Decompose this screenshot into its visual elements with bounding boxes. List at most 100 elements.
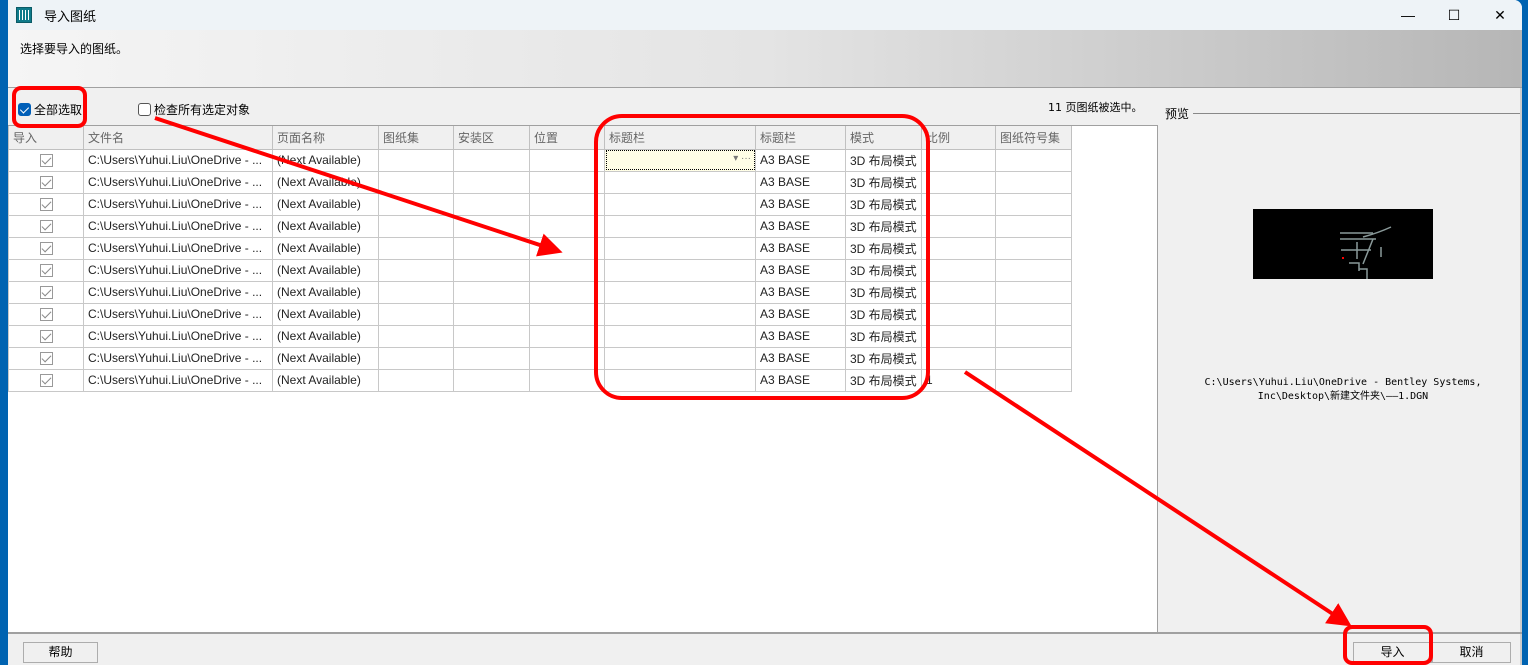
cell-symbolset[interactable] [995, 346, 1072, 370]
cell-file[interactable]: C:\Users\Yuhui.Liu\OneDrive - ... [83, 236, 273, 260]
table-row[interactable]: C:\Users\Yuhui.Liu\OneDrive - ... (Next A… [8, 236, 1072, 260]
cell-mode[interactable]: 3D 布局模式 [845, 280, 922, 304]
cell-location[interactable] [529, 346, 605, 370]
cell-titleblock[interactable] [604, 280, 756, 304]
column-header[interactable]: 位置 [529, 126, 605, 150]
cell-file[interactable]: C:\Users\Yuhui.Liu\OneDrive - ... [83, 170, 273, 194]
help-button[interactable]: 帮助 [23, 642, 98, 663]
cell-scale[interactable] [921, 214, 996, 238]
column-header[interactable]: 文件名 [83, 126, 273, 150]
cell-zone[interactable] [453, 346, 530, 370]
cell-sheetset[interactable] [378, 346, 454, 370]
cell-titleblock[interactable] [604, 170, 756, 194]
import-checkbox[interactable] [39, 308, 53, 322]
cell-zone[interactable] [453, 302, 530, 326]
cell-page[interactable]: (Next Available) [272, 368, 379, 392]
cell-titleblock[interactable] [604, 214, 756, 238]
cell-import[interactable] [8, 236, 84, 260]
cell-zone[interactable] [453, 148, 530, 172]
cell-zone[interactable] [453, 258, 530, 282]
import-checkbox[interactable] [39, 154, 53, 168]
cell-symbolset[interactable] [995, 280, 1072, 304]
table-row[interactable]: C:\Users\Yuhui.Liu\OneDrive - ... (Next A… [8, 148, 1072, 172]
cell-zone[interactable] [453, 170, 530, 194]
table-row[interactable]: C:\Users\Yuhui.Liu\OneDrive - ... (Next A… [8, 214, 1072, 238]
cell-import[interactable] [8, 324, 84, 348]
cell-scale[interactable] [921, 280, 996, 304]
cell-location[interactable] [529, 214, 605, 238]
cell-file[interactable]: C:\Users\Yuhui.Liu\OneDrive - ... [83, 324, 273, 348]
cell-page[interactable]: (Next Available) [272, 346, 379, 370]
cell-location[interactable] [529, 324, 605, 348]
cell-file[interactable]: C:\Users\Yuhui.Liu\OneDrive - ... [83, 280, 273, 304]
cell-titleblock[interactable] [604, 302, 756, 326]
cell-titleblock2[interactable]: A3 BASE [755, 236, 846, 260]
cell-titleblock2[interactable]: A3 BASE [755, 192, 846, 216]
table-row[interactable]: C:\Users\Yuhui.Liu\OneDrive - ... (Next A… [8, 280, 1072, 304]
cell-sheetset[interactable] [378, 214, 454, 238]
cell-page[interactable]: (Next Available) [272, 280, 379, 304]
cell-symbolset[interactable] [995, 192, 1072, 216]
column-header[interactable]: 标题栏 [755, 126, 846, 150]
cell-mode[interactable]: 3D 布局模式 [845, 170, 922, 194]
cell-titleblock[interactable] [604, 192, 756, 216]
column-header[interactable]: 图纸符号集 [995, 126, 1072, 150]
column-header[interactable]: 页面名称 [272, 126, 379, 150]
cell-titleblock2[interactable]: A3 BASE [755, 214, 846, 238]
table-row[interactable]: C:\Users\Yuhui.Liu\OneDrive - ... (Next A… [8, 302, 1072, 326]
table-row[interactable]: C:\Users\Yuhui.Liu\OneDrive - ... (Next A… [8, 170, 1072, 194]
cell-import[interactable] [8, 214, 84, 238]
table-row[interactable]: C:\Users\Yuhui.Liu\OneDrive - ... (Next A… [8, 258, 1072, 282]
cell-import[interactable] [8, 192, 84, 216]
column-header[interactable]: 图纸集 [378, 126, 454, 150]
import-checkbox[interactable] [39, 176, 53, 190]
cell-mode[interactable]: 3D 布局模式 [845, 258, 922, 282]
cell-file[interactable]: C:\Users\Yuhui.Liu\OneDrive - ... [83, 346, 273, 370]
cell-titleblock[interactable] [604, 236, 756, 260]
cell-titleblock2[interactable]: A3 BASE [755, 324, 846, 348]
cell-file[interactable]: C:\Users\Yuhui.Liu\OneDrive - ... [83, 148, 273, 172]
table-row[interactable]: C:\Users\Yuhui.Liu\OneDrive - ... (Next A… [8, 368, 1072, 392]
import-checkbox[interactable] [39, 352, 53, 366]
cell-titleblock2[interactable]: A3 BASE [755, 346, 846, 370]
cell-titleblock2[interactable]: A3 BASE [755, 258, 846, 282]
cell-mode[interactable]: 3D 布局模式 [845, 236, 922, 260]
cell-import[interactable] [8, 258, 84, 282]
cell-titleblock[interactable] [604, 346, 756, 370]
column-header[interactable]: 导入 [8, 126, 84, 150]
cell-titleblock2[interactable]: A3 BASE [755, 302, 846, 326]
cell-scale[interactable]: 1 [921, 368, 996, 392]
cell-location[interactable] [529, 148, 605, 172]
cell-location[interactable] [529, 192, 605, 216]
import-button[interactable]: 导入 [1353, 642, 1432, 663]
cell-symbolset[interactable] [995, 258, 1072, 282]
cell-sheetset[interactable] [378, 170, 454, 194]
cell-import[interactable] [8, 368, 84, 392]
cell-file[interactable]: C:\Users\Yuhui.Liu\OneDrive - ... [83, 258, 273, 282]
cell-sheetset[interactable] [378, 368, 454, 392]
cell-sheetset[interactable] [378, 302, 454, 326]
cell-sheetset[interactable] [378, 148, 454, 172]
cell-location[interactable] [529, 170, 605, 194]
table-row[interactable]: C:\Users\Yuhui.Liu\OneDrive - ... (Next A… [8, 346, 1072, 370]
cell-page[interactable]: (Next Available) [272, 192, 379, 216]
cell-sheetset[interactable] [378, 192, 454, 216]
import-checkbox[interactable] [39, 220, 53, 234]
cell-import[interactable] [8, 170, 84, 194]
cell-zone[interactable] [453, 368, 530, 392]
cell-mode[interactable]: 3D 布局模式 [845, 324, 922, 348]
minimize-button[interactable]: — [1385, 0, 1431, 30]
import-checkbox[interactable] [39, 330, 53, 344]
cell-titleblock[interactable]: ▾ ··· [604, 148, 756, 172]
cell-titleblock[interactable] [604, 258, 756, 282]
column-header[interactable]: 安装区 [453, 126, 530, 150]
table-row[interactable]: C:\Users\Yuhui.Liu\OneDrive - ... (Next A… [8, 324, 1072, 348]
cell-scale[interactable] [921, 236, 996, 260]
cell-location[interactable] [529, 236, 605, 260]
cell-page[interactable]: (Next Available) [272, 214, 379, 238]
cancel-button[interactable]: 取消 [1432, 642, 1511, 663]
cell-location[interactable] [529, 258, 605, 282]
cell-scale[interactable] [921, 324, 996, 348]
cell-zone[interactable] [453, 214, 530, 238]
cell-file[interactable]: C:\Users\Yuhui.Liu\OneDrive - ... [83, 302, 273, 326]
